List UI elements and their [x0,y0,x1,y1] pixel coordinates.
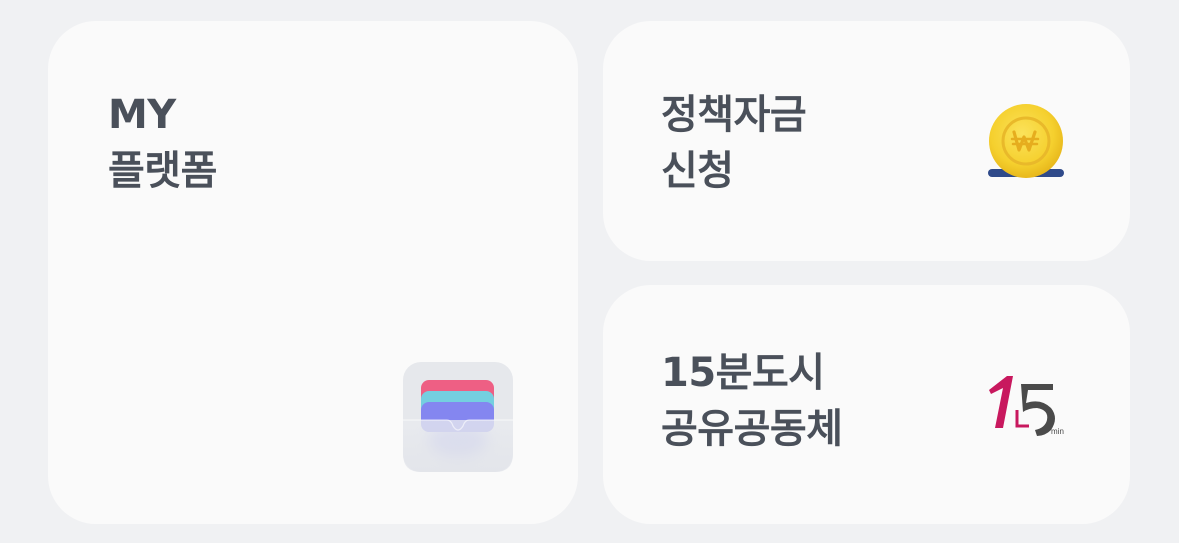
policy-fund-title-line1: 정책자금 [661,92,807,138]
my-platform-title-line1: MY [108,92,176,138]
15min-city-title-line2: 공유공동체 [661,406,843,452]
policy-fund-title-line2: 신청 [661,148,734,194]
15min-city-card[interactable]: 15분도시 공유공동체 min [603,285,1130,524]
won-coin-icon [988,104,1064,178]
15min-logo-icon: min [989,376,1064,436]
policy-fund-title: 정책자금 신청 [661,87,807,199]
my-platform-title: MY 플랫폼 [108,87,217,199]
15min-logo-text: min [1051,427,1064,436]
my-platform-card[interactable]: MY 플랫폼 [48,21,578,524]
policy-fund-card[interactable]: 정책자금 신청 [603,21,1130,261]
15min-city-title: 15분도시 공유공동체 [661,345,843,457]
wallet-icon [403,362,513,472]
my-platform-title-line2: 플랫폼 [108,148,217,194]
15min-city-title-line1: 15분도시 [661,350,825,396]
